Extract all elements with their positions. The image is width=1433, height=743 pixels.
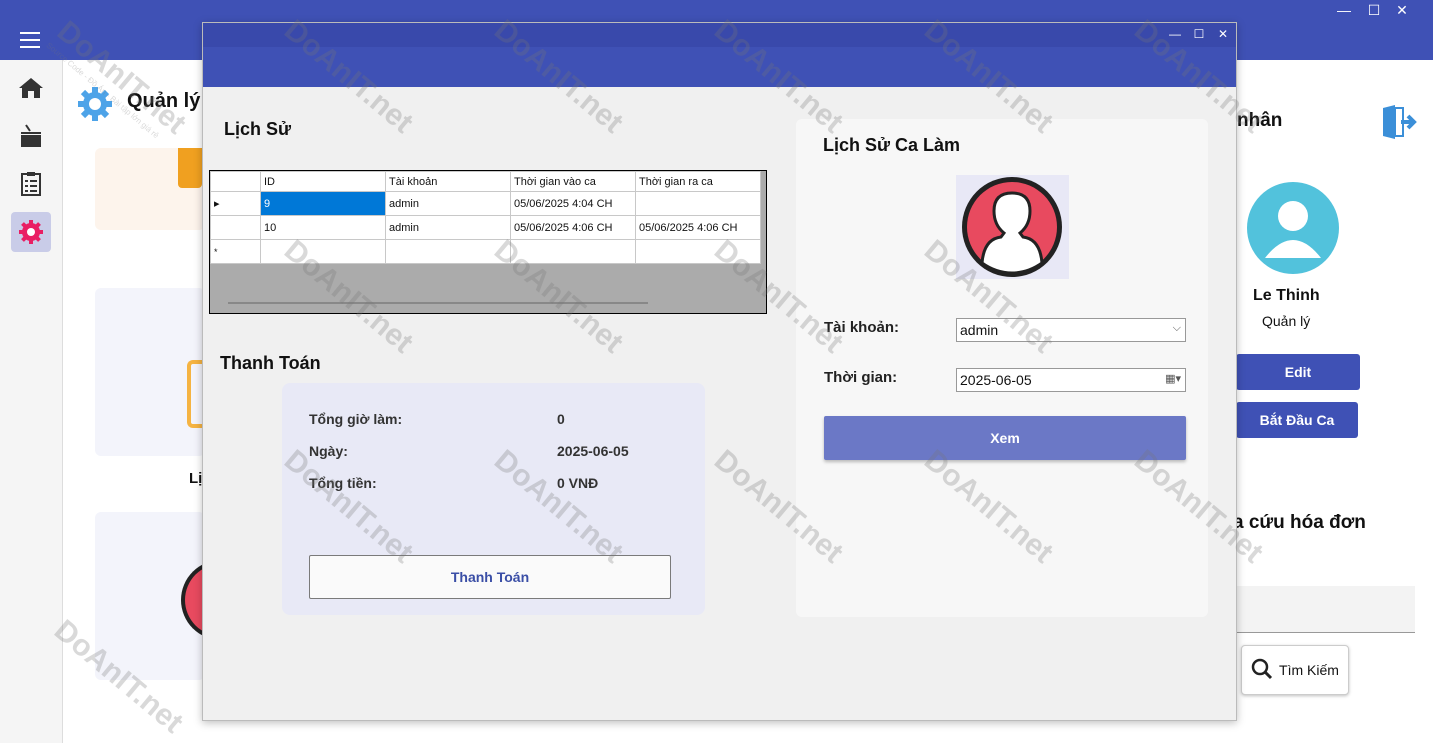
kitchen-icon[interactable]	[11, 116, 51, 156]
grid-corner	[210, 171, 261, 192]
profile-avatar-icon	[956, 175, 1069, 279]
history-title: Lịch Sử	[224, 119, 292, 139]
table-row[interactable]: ▸ 9 admin 05/06/2025 4:04 CH	[210, 191, 761, 216]
new-cell[interactable]	[510, 239, 636, 264]
cell-account[interactable]: admin	[385, 191, 511, 216]
cell-start[interactable]: 05/06/2025 4:06 CH	[510, 215, 636, 240]
dialog-minimize-button[interactable]: —	[1163, 24, 1187, 44]
account-select[interactable]: admin ⌵	[956, 318, 1186, 342]
chevron-down-icon: ⌵	[1172, 322, 1181, 334]
shift-history-title: Lịch Sử Ca Làm	[823, 135, 961, 155]
main-maximize-button[interactable]: ☐	[1362, 0, 1386, 20]
date-label: Ngày:	[309, 443, 348, 459]
column-header-id[interactable]: ID	[260, 171, 386, 192]
search-button[interactable]: Tìm Kiếm	[1241, 645, 1349, 695]
horizontal-scrollbar[interactable]	[216, 299, 756, 307]
new-row[interactable]: *	[210, 239, 761, 264]
history-grid[interactable]: ID Tài khoản Thời gian vào ca Thời gian …	[209, 170, 767, 314]
user-avatar	[1240, 180, 1348, 276]
scrollbar-thumb[interactable]	[228, 302, 648, 304]
dialog-titlebar: — ☐ ✕	[203, 23, 1236, 47]
search-label: Tìm Kiếm	[1279, 662, 1339, 678]
hamburger-menu-icon[interactable]	[20, 32, 40, 48]
card-orange-icon	[178, 148, 202, 188]
main-minimize-button[interactable]: —	[1332, 0, 1356, 20]
new-cell[interactable]	[385, 239, 511, 264]
column-header-account[interactable]: Tài khoản	[385, 171, 511, 192]
start-shift-button[interactable]: Bắt Đầu Ca	[1236, 402, 1358, 438]
user-role: Quản lý	[1262, 313, 1311, 329]
total-hours-value: 0	[557, 411, 565, 427]
date-picker-value: 2025-06-05	[960, 372, 1032, 388]
new-cell[interactable]	[635, 239, 761, 264]
date-picker[interactable]: 2025-06-05 ▦▾	[956, 368, 1186, 392]
row-header	[210, 215, 261, 240]
page-title: Quản lý	[127, 90, 201, 112]
invoice-lookup-bar	[1236, 586, 1415, 633]
home-icon[interactable]	[11, 68, 51, 108]
main-window-titlebar	[0, 0, 1433, 20]
cell-start[interactable]: 05/06/2025 4:04 CH	[510, 191, 636, 216]
main-close-button[interactable]: ✕	[1390, 0, 1414, 20]
cell-account[interactable]: admin	[385, 215, 511, 240]
dialog-maximize-button[interactable]: ☐	[1187, 24, 1211, 44]
column-header-start[interactable]: Thời gian vào ca	[510, 171, 636, 192]
edit-button[interactable]: Edit	[1236, 354, 1360, 390]
total-hours-label: Tổng giờ làm:	[309, 411, 403, 427]
cell-id[interactable]: 9	[260, 191, 386, 216]
time-label: Thời gian:	[824, 369, 898, 386]
search-icon	[1251, 658, 1273, 683]
account-value: admin	[960, 322, 999, 338]
view-button[interactable]: Xem	[824, 416, 1186, 460]
total-money-value: 0 VNĐ	[557, 475, 599, 491]
account-label: Tài khoản:	[824, 319, 900, 336]
cell-id[interactable]: 10	[260, 215, 386, 240]
sidebar	[0, 60, 63, 743]
total-money-label: Tổng tiền:	[309, 475, 377, 491]
pay-button[interactable]: Thanh Toán	[309, 555, 671, 599]
calendar-icon[interactable]: ▦▾	[1165, 372, 1181, 385]
date-value: 2025-06-05	[557, 443, 629, 459]
new-row-marker: *	[210, 239, 261, 264]
logout-icon[interactable]	[1379, 104, 1417, 145]
new-cell[interactable]	[260, 239, 386, 264]
payment-title: Thanh Toán	[220, 353, 321, 373]
clipboard-icon[interactable]	[11, 164, 51, 204]
cell-end[interactable]: 05/06/2025 4:06 CH	[635, 215, 761, 240]
payment-card: Tổng giờ làm: 0 Ngày: 2025-06-05 Tổng ti…	[282, 383, 705, 615]
cell-end[interactable]	[635, 191, 761, 216]
shift-history-card: Lịch Sử Ca Làm Tài khoản: admin ⌵ Thời g…	[796, 119, 1208, 617]
card-history-label: Lị	[189, 470, 203, 487]
column-header-end[interactable]: Thời gian ra ca	[635, 171, 761, 192]
settings-icon[interactable]	[11, 212, 51, 252]
user-name: Le Thinh	[1253, 287, 1320, 304]
current-row-indicator-icon: ▸	[210, 191, 261, 216]
table-row[interactable]: 10 admin 05/06/2025 4:06 CH 05/06/2025 4…	[210, 215, 761, 240]
dialog-header-band	[203, 47, 1236, 87]
dialog-close-button[interactable]: ✕	[1211, 24, 1235, 44]
shift-history-dialog: — ☐ ✕ Lịch Sử ID Tài khoản Thời gian vào…	[202, 22, 1237, 721]
invoice-lookup-title: a cứu hóa đơn	[1233, 512, 1366, 533]
employee-section-title: nhân	[1237, 110, 1283, 131]
gear-icon	[77, 86, 113, 127]
